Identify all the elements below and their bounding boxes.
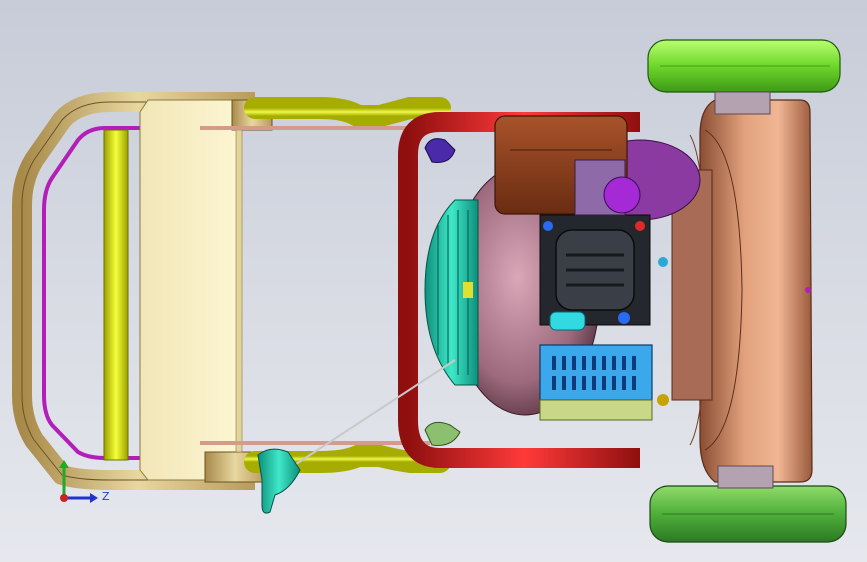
handle-frame xyxy=(12,92,273,490)
front-wheel xyxy=(647,39,841,115)
axis-triad: Z xyxy=(50,460,120,510)
lawn-mower-model[interactable] xyxy=(0,0,867,562)
z-axis-label: Z xyxy=(102,490,110,503)
starter-rope xyxy=(257,359,456,514)
deck-housing xyxy=(671,99,813,483)
muffler xyxy=(539,344,653,421)
cad-viewport[interactable]: Z xyxy=(0,0,867,562)
rear-wheel xyxy=(649,465,847,543)
x-axis-icon xyxy=(60,494,68,502)
recoil-starter xyxy=(424,199,479,386)
